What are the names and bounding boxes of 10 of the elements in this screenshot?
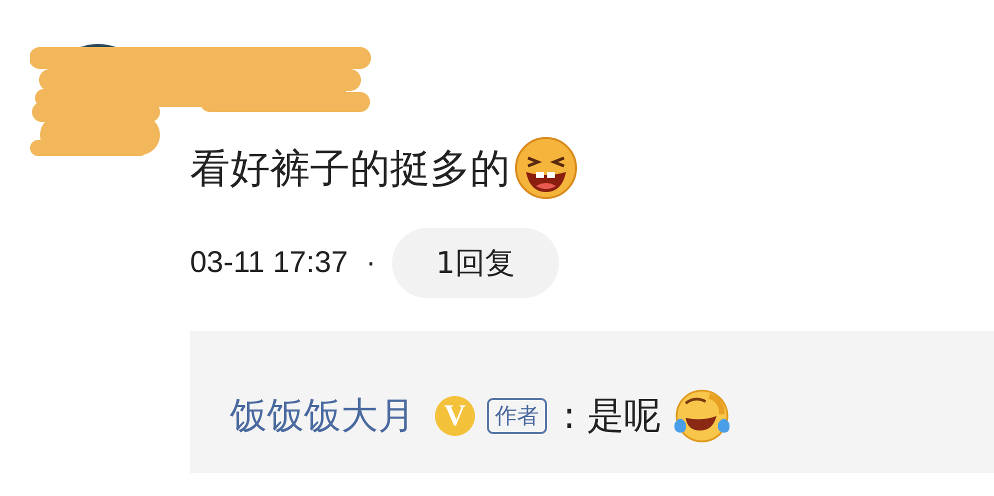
laughing-emoji-icon bbox=[514, 136, 578, 200]
comment-text: 看好裤子的挺多的 bbox=[190, 144, 510, 194]
reply-text: : 是呢 bbox=[563, 393, 662, 439]
crying-laughing-emoji-icon bbox=[673, 387, 732, 445]
timestamp: 03-11 17:37 bbox=[190, 246, 348, 280]
reply-count-button[interactable]: 1回复 bbox=[392, 228, 560, 298]
separator-dot: · bbox=[366, 246, 376, 280]
reply-author[interactable]: 饭饭饭大月 bbox=[230, 391, 415, 441]
author-tag: 作者 bbox=[487, 398, 547, 434]
verified-badge: V bbox=[435, 396, 475, 436]
